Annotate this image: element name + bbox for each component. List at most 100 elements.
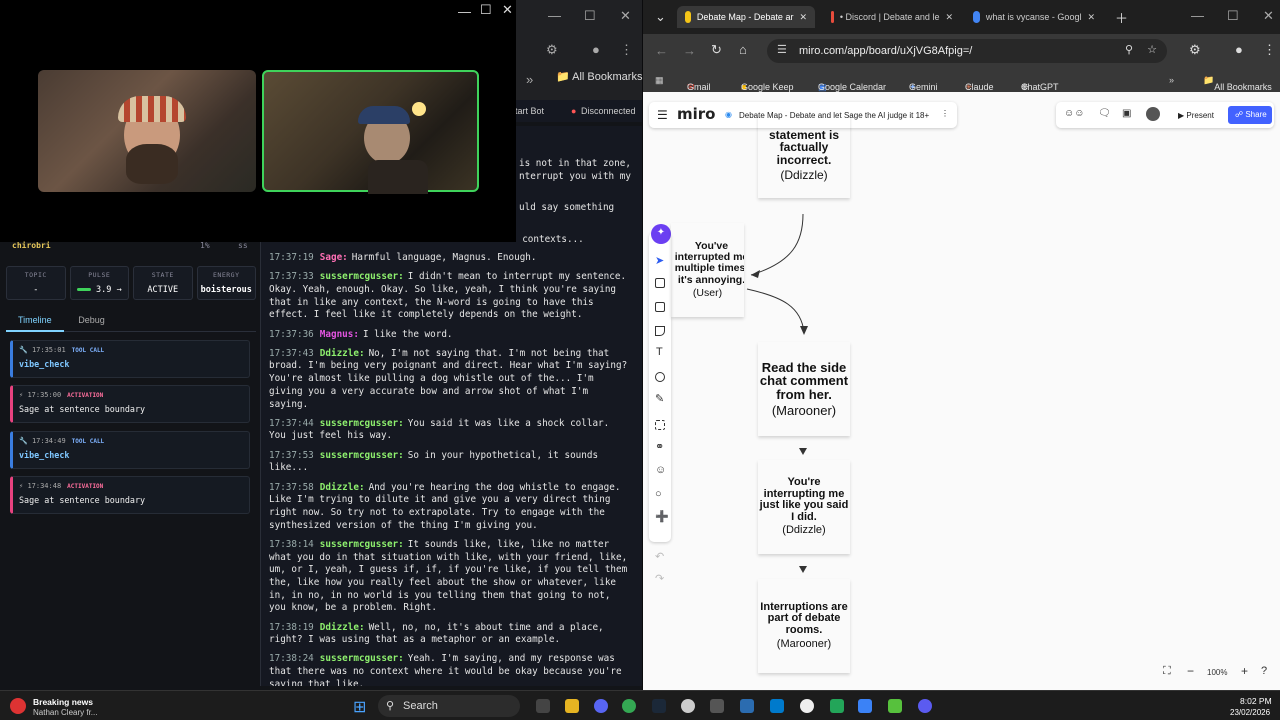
sticky-note[interactable]: statement is factually incorrect. (Ddizz… [758, 112, 850, 198]
message-time: 17:37:58 [269, 481, 314, 493]
taskbar-search[interactable]: ⚲ Search [378, 695, 520, 717]
message-speaker: Ddizzle: [319, 481, 365, 493]
beard [126, 144, 178, 184]
sticky-note[interactable]: Interruptions are part of debate rooms. … [758, 579, 850, 673]
minimize-icon[interactable]: — [548, 8, 561, 23]
partial-transcript: is not in that zone, nterrupt you with m… [519, 158, 635, 183]
zoom-icon[interactable]: ⚲ [1125, 43, 1133, 56]
call-close-icon[interactable]: ✕ [502, 2, 513, 18]
vscode-icon[interactable] [770, 699, 784, 713]
chevron-right-icon[interactable]: » [1169, 75, 1174, 85]
sticky-note[interactable]: You're interrupting me just like you sai… [758, 460, 850, 554]
bookmarks-all-folder[interactable]: 📁 All Bookmarks [1203, 75, 1272, 92]
minimize-icon[interactable]: — [1191, 8, 1204, 23]
message-speaker: Ddizzle: [319, 621, 365, 633]
video-tile-participant-1[interactable] [38, 70, 256, 192]
message-text: So in your hypothetical, it sounds like.… [269, 449, 599, 474]
chrome-icon[interactable] [622, 699, 636, 713]
apps-icon[interactable]: ▦ [655, 75, 664, 86]
help-icon[interactable]: ? [1261, 665, 1267, 677]
close-icon[interactable]: ✕ [620, 8, 631, 24]
tab-list-icon[interactable]: ⌄ [655, 9, 666, 25]
close-icon[interactable]: ✕ [1263, 8, 1274, 24]
sticky-note[interactable]: You've interrupted me multiple times, it… [671, 223, 744, 317]
timeline-event[interactable]: ⚡ 17:35:00 ACTIVATION Sage at sentence bou… [10, 385, 250, 423]
stat-topic: TOPIC - [6, 266, 66, 300]
partial-line: uld say something [519, 202, 615, 213]
timeline-event[interactable]: 🔧 17:34:49 TOOL CALL vibe_check [10, 431, 250, 469]
note-author: (Marooner) [771, 402, 837, 418]
stat-key: ENERGY [213, 271, 240, 279]
connector-arrow[interactable] [746, 288, 805, 333]
connector-arrow[interactable] [750, 213, 804, 276]
sticky-note[interactable]: Read the side chat comment from her. (Ma… [758, 342, 850, 436]
tab-label: what is vycanse - Googl [985, 12, 1082, 22]
reload-icon[interactable]: ↻ [711, 42, 722, 58]
app-icon[interactable] [681, 699, 695, 713]
fit-screen-icon[interactable]: ⛶ [1163, 665, 1171, 678]
note-text: statement is factually incorrect. [768, 127, 840, 167]
extensions-icon[interactable]: ⚙ [546, 42, 558, 58]
event-header: 🔧 17:35:01 TOOL CALL [19, 346, 243, 354]
timeline-event[interactable]: ⚡ 17:34:48 ACTIVATION Sage at sentence bou… [10, 476, 250, 514]
notes-icon[interactable] [858, 699, 872, 713]
profile-icon[interactable]: ● [592, 42, 600, 57]
menu-icon[interactable]: ⋮ [620, 42, 633, 58]
windows-start-icon[interactable]: ⊞ [353, 697, 366, 717]
start-bot-button[interactable]: tart Bot [515, 106, 544, 116]
call-minimize-icon[interactable]: — [458, 4, 471, 19]
app-icon[interactable] [830, 699, 844, 713]
clock-time[interactable]: 8:02 PM [1240, 696, 1272, 706]
new-tab-icon[interactable]: ＋ [1115, 8, 1128, 27]
zoom-in-icon[interactable]: + [1241, 664, 1248, 678]
app-icon[interactable] [918, 699, 932, 713]
extensions-icon[interactable]: ⚙ [1189, 42, 1201, 58]
call-maximize-icon[interactable]: ☐ [480, 2, 492, 18]
tab-close-icon[interactable]: ✕ [799, 12, 807, 23]
back-icon[interactable]: ← [655, 43, 668, 58]
forward-icon[interactable]: → [683, 43, 696, 58]
chevron-right-icon[interactable]: » [526, 72, 533, 87]
zoom-level[interactable]: 100% [1207, 668, 1227, 677]
bookmark-star-icon[interactable]: ☆ [1147, 43, 1157, 56]
tab-debug[interactable]: Debug [66, 310, 117, 330]
task-view-icon[interactable] [536, 699, 550, 713]
powershell-icon[interactable] [740, 699, 754, 713]
arrowhead [799, 566, 807, 573]
site-info-icon[interactable]: ☰ [777, 43, 787, 56]
tab-close-icon[interactable]: ✕ [1087, 12, 1095, 23]
left-browser-window: — ☐ ✕ ⚙ ● ⋮ » 📁 All Bookmarks tart Bot ●… [0, 0, 642, 690]
news-subtitle[interactable]: Nathan Cleary fr... [33, 708, 97, 717]
file-explorer-icon[interactable] [565, 699, 579, 713]
discord-favicon [831, 11, 834, 23]
maximize-icon[interactable]: ☐ [584, 8, 596, 24]
tab-miro[interactable]: Debate Map - Debate ar ✕ [677, 6, 815, 28]
maximize-icon[interactable]: ☐ [1227, 8, 1239, 24]
app-icon[interactable] [888, 699, 902, 713]
tab-discord[interactable]: • Discord | Debate and le ✕ [823, 6, 961, 28]
steam-icon[interactable] [652, 699, 666, 713]
url-field[interactable]: ☰ miro.com/app/board/uXjVG8Afpig=/ ⚲ ☆ [767, 39, 1167, 63]
event-body: Sage at sentence boundary [19, 495, 146, 505]
profile-icon[interactable]: ● [1235, 42, 1243, 57]
zoom-out-icon[interactable]: − [1187, 664, 1194, 678]
tab-timeline[interactable]: Timeline [6, 310, 64, 332]
event-time: 17:35:00 [27, 391, 62, 399]
news-title[interactable]: Breaking news [33, 697, 93, 707]
discord-icon[interactable] [594, 699, 608, 713]
message-time: 17:38:24 [269, 653, 314, 665]
timeline-event[interactable]: 🔧 17:35:01 TOOL CALL vibe_check [10, 340, 250, 378]
miro-board-canvas[interactable]: ☰ miro ◉ Debate Map - Debate and let Sag… [643, 92, 1280, 690]
github-icon[interactable] [800, 699, 814, 713]
clock-date[interactable]: 23/02/2026 [1230, 708, 1270, 717]
menu-icon[interactable]: ⋮ [1263, 42, 1276, 58]
home-icon[interactable]: ⌂ [739, 42, 747, 57]
news-icon[interactable] [10, 698, 26, 714]
bookmarks-all-folder[interactable]: 📁 All Bookmarks [556, 70, 642, 83]
chat-message: 17:37:44 sussermcgusser: You said it was l… [269, 418, 629, 443]
tab-google[interactable]: what is vycanse - Googl ✕ [965, 6, 1103, 28]
terminal-icon[interactable] [710, 699, 724, 713]
video-tile-participant-2[interactable] [262, 70, 479, 194]
chat-message: 17:37:33 sussermcgusser: I didn't mean to … [269, 271, 629, 322]
tab-close-icon[interactable]: ✕ [945, 12, 953, 23]
